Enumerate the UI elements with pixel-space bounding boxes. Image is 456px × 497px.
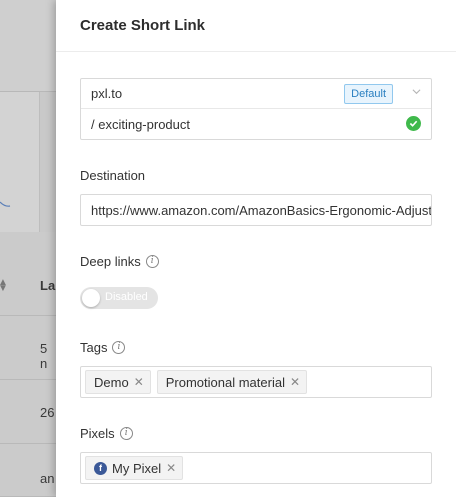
- tag-label: Demo: [94, 374, 129, 390]
- domain-slug-box: pxl.to Default / exciting-product: [80, 78, 432, 140]
- background-column-header: La: [40, 278, 56, 293]
- pixel-chip: f My Pixel ✕: [85, 456, 184, 480]
- tags-label-text: Tags: [80, 340, 108, 355]
- tag-chip: Demo ✕: [85, 370, 151, 394]
- pixel-label: My Pixel: [112, 460, 162, 476]
- background-table-header-row: [0, 232, 56, 316]
- toggle-status-text: Disabled: [105, 291, 148, 303]
- deep-links-label-text: Deep links: [80, 254, 141, 269]
- tags-label: Tags i: [80, 340, 126, 355]
- table-cell: 26: [40, 405, 55, 420]
- close-icon[interactable]: ✕: [166, 461, 176, 475]
- tag-label: Promotional material: [165, 374, 285, 390]
- background-header: [0, 0, 56, 92]
- check-icon: [406, 116, 421, 131]
- default-badge: Default: [344, 84, 393, 104]
- destination-label-text: Destination: [80, 168, 146, 183]
- slug-input[interactable]: / exciting-product: [81, 109, 431, 139]
- table-cell: an: [40, 471, 55, 486]
- pixels-input[interactable]: f My Pixel ✕: [80, 452, 432, 484]
- create-short-link-drawer: Create Short Link pxl.to Default / excit…: [56, 0, 456, 497]
- toggle-knob: [82, 289, 100, 307]
- deep-links-toggle[interactable]: Disabled: [80, 287, 158, 309]
- destination-label: Destination: [80, 168, 145, 183]
- drawer-header: Create Short Link: [56, 0, 456, 52]
- tag-chip: Promotional material ✕: [156, 370, 308, 394]
- info-icon[interactable]: i: [112, 341, 126, 354]
- tags-input[interactable]: Demo ✕ Promotional material ✕: [80, 366, 432, 398]
- destination-input[interactable]: https://www.amazon.com/AmazonBasics-Ergo…: [80, 194, 432, 226]
- drawer-title: Create Short Link: [80, 17, 206, 34]
- info-icon[interactable]: i: [145, 255, 159, 268]
- background-page: ▲ ▼ La 5 n 26 an: [0, 0, 56, 497]
- facebook-icon: f: [94, 461, 107, 475]
- close-icon[interactable]: ✕: [290, 375, 300, 389]
- info-icon[interactable]: i: [119, 427, 133, 440]
- close-icon[interactable]: ✕: [134, 375, 144, 389]
- domain-value: pxl.to: [91, 86, 123, 101]
- sort-icon: ▲ ▼: [0, 277, 8, 294]
- pixels-label: Pixels i: [80, 426, 133, 441]
- background-chart-line: [0, 201, 11, 207]
- table-cell: 5 n: [40, 341, 48, 371]
- slug-value: / exciting-product: [91, 116, 190, 132]
- pixels-label-text: Pixels: [80, 426, 115, 441]
- domain-select[interactable]: pxl.to Default: [81, 79, 431, 109]
- chevron-down-icon[interactable]: [412, 87, 421, 96]
- deep-links-label: Deep links i: [80, 254, 159, 269]
- background-chart: [0, 92, 40, 232]
